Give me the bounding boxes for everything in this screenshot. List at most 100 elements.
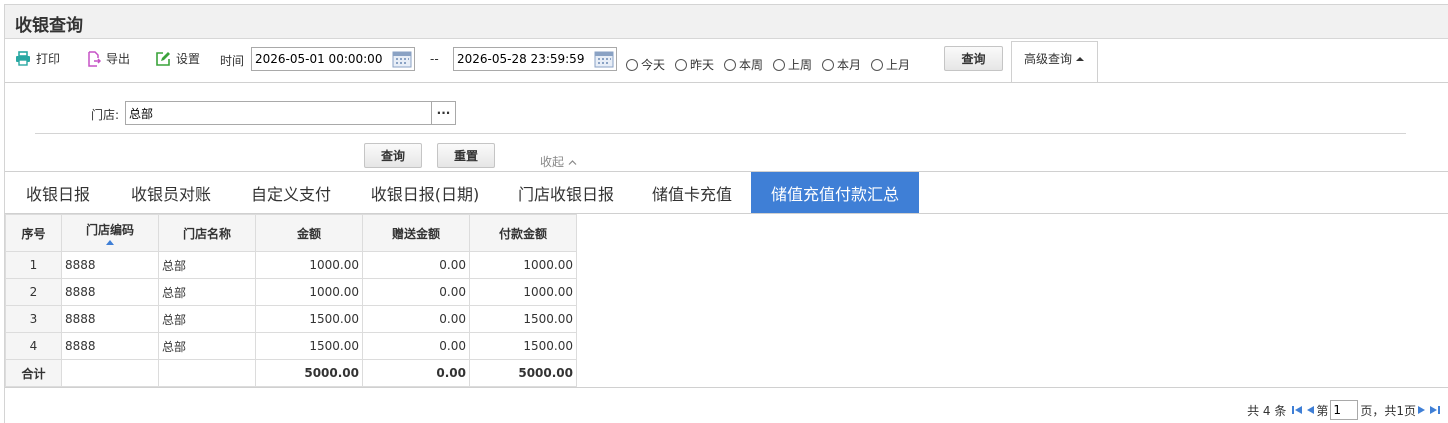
radio-circle[interactable] xyxy=(773,58,785,71)
total-store-name xyxy=(158,359,256,387)
print-button[interactable]: 打印 xyxy=(15,50,60,67)
cell-store-code: 8888 xyxy=(61,332,159,360)
tab-cashier-daily[interactable]: 收银日报 xyxy=(5,172,111,213)
radio-circle[interactable] xyxy=(822,58,834,71)
export-button[interactable]: 导出 xyxy=(87,50,130,67)
cell-bonus-amount: 0.00 xyxy=(362,332,470,360)
last-page-icon[interactable] xyxy=(1429,404,1441,416)
total-count: 共 4 条 xyxy=(1247,403,1287,418)
start-date-input[interactable] xyxy=(252,48,390,70)
settings-button[interactable]: 设置 xyxy=(155,50,200,67)
cell-amount: 1000.00 xyxy=(255,251,363,279)
row-index: 4 xyxy=(5,332,62,360)
next-page-icon[interactable] xyxy=(1417,404,1427,416)
cell-store-code: 8888 xyxy=(61,305,159,333)
col-header-amount[interactable]: 金额 xyxy=(255,214,363,252)
radio-circle[interactable] xyxy=(675,58,687,71)
store-field[interactable] xyxy=(125,101,432,125)
advanced-query-panel: 门店: ··· 查询 重置 收起 xyxy=(5,82,1448,172)
page-prefix: 第 xyxy=(1316,403,1329,418)
total-bonus-amount: 0.00 xyxy=(362,359,470,387)
total-amount: 5000.00 xyxy=(255,359,363,387)
cell-bonus-amount: 0.00 xyxy=(362,278,470,306)
page-number-input[interactable] xyxy=(1330,400,1359,420)
radio-this-week[interactable]: 本周 xyxy=(724,56,763,73)
cell-paid-amount: 1500.00 xyxy=(469,332,577,360)
col-header-index[interactable]: 序号 xyxy=(5,214,62,252)
printer-icon xyxy=(16,51,30,66)
table-row[interactable]: 1 8888 总部 1000.00 0.00 1000.00 xyxy=(5,251,577,279)
reset-button[interactable]: 重置 xyxy=(437,143,495,168)
first-page-icon[interactable] xyxy=(1291,404,1303,416)
page-suffix: 页，共1页 xyxy=(1360,403,1416,418)
tab-cashier-reconcile[interactable]: 收银员对账 xyxy=(111,172,231,213)
table-row[interactable]: 3 8888 总部 1500.00 0.00 1500.00 xyxy=(5,305,577,333)
table-row[interactable]: 2 8888 总部 1000.00 0.00 1000.00 xyxy=(5,278,577,306)
total-store-code xyxy=(61,359,159,387)
tab-cashier-daily-date[interactable]: 收银日报(日期) xyxy=(351,172,499,213)
cell-bonus-amount: 0.00 xyxy=(362,305,470,333)
export-label: 导出 xyxy=(106,52,131,66)
collapse-button[interactable]: 收起 xyxy=(540,153,577,170)
row-index: 1 xyxy=(5,251,62,279)
prev-page-icon[interactable] xyxy=(1305,404,1315,416)
col-header-paid-amount[interactable]: 付款金额 xyxy=(469,214,577,252)
chevron-up-icon xyxy=(568,160,577,165)
radio-last-month[interactable]: 上月 xyxy=(871,56,910,73)
advanced-query-tab[interactable]: 高级查询 xyxy=(1011,41,1098,83)
radio-label: 上周 xyxy=(788,58,813,72)
radio-yesterday[interactable]: 昨天 xyxy=(675,56,714,73)
row-index: 3 xyxy=(5,305,62,333)
end-date-input[interactable] xyxy=(454,48,592,70)
cell-store-name: 总部 xyxy=(158,332,256,360)
caret-up-icon xyxy=(1076,56,1084,61)
end-date-field[interactable] xyxy=(453,47,617,71)
tab-card-recharge[interactable]: 储值卡充值 xyxy=(633,172,751,213)
pagination: 共 4 条 第 页，共1页 xyxy=(1247,400,1442,420)
store-picker-button[interactable]: ··· xyxy=(432,101,456,125)
calendar-icon[interactable] xyxy=(391,49,413,69)
advanced-query-label: 高级查询 xyxy=(1023,52,1072,66)
col-header-store-name[interactable]: 门店名称 xyxy=(158,214,256,252)
sort-asc-icon xyxy=(106,240,114,245)
page-frame: 收银查询 打印 导出 设置 时间 2026-05-01 00:00:00 -- … xyxy=(4,4,1448,423)
cell-amount: 1000.00 xyxy=(255,278,363,306)
tab-store-cashier-daily[interactable]: 门店收银日报 xyxy=(499,172,633,213)
tab-custom-payment[interactable]: 自定义支付 xyxy=(231,172,351,213)
col-header-store-code[interactable]: 门店编码 xyxy=(61,214,159,252)
advanced-query-button[interactable]: 查询 xyxy=(364,143,422,168)
toolbar: 打印 导出 设置 时间 2026-05-01 00:00:00 -- 2026-… xyxy=(5,40,1448,82)
radio-last-week[interactable]: 上周 xyxy=(773,56,812,73)
tab-recharge-payment-summary[interactable]: 储值充值付款汇总 xyxy=(751,172,919,213)
radio-today[interactable]: 今天 xyxy=(626,56,665,73)
date-range-separator: -- xyxy=(430,52,439,66)
col-header-bonus-amount[interactable]: 赠送金额 xyxy=(362,214,470,252)
divider xyxy=(35,133,1406,134)
cell-paid-amount: 1000.00 xyxy=(469,251,577,279)
report-tabs: 收银日报 收银员对账 自定义支付 收银日报(日期) 门店收银日报 储值卡充值 储… xyxy=(5,172,1448,214)
radio-label: 上月 xyxy=(886,58,911,72)
grid-bottom-border xyxy=(5,387,1448,388)
radio-this-month[interactable]: 本月 xyxy=(822,56,861,73)
edit-icon xyxy=(156,51,170,66)
radio-circle[interactable] xyxy=(626,58,638,71)
table-row[interactable]: 4 8888 总部 1500.00 0.00 1500.00 xyxy=(5,332,577,360)
store-input[interactable] xyxy=(126,102,431,124)
title-bar: 收银查询 xyxy=(5,5,1448,39)
calendar-icon[interactable] xyxy=(593,49,615,69)
radio-circle[interactable] xyxy=(871,58,883,71)
print-label: 打印 xyxy=(36,52,61,66)
radio-circle[interactable] xyxy=(724,58,736,71)
query-button[interactable]: 查询 xyxy=(944,46,1003,71)
header-label: 门店编码 xyxy=(85,223,134,237)
cell-paid-amount: 1500.00 xyxy=(469,305,577,333)
radio-label: 今天 xyxy=(641,58,666,72)
store-label: 门店: xyxy=(91,108,120,122)
cell-paid-amount: 1000.00 xyxy=(469,278,577,306)
collapse-label: 收起 xyxy=(540,155,565,169)
table-total-row: 合计 5000.00 0.00 5000.00 xyxy=(5,359,577,387)
cell-amount: 1500.00 xyxy=(255,332,363,360)
page-title: 收银查询 xyxy=(15,16,83,36)
total-label: 合计 xyxy=(5,359,62,387)
start-date-field[interactable] xyxy=(251,47,415,71)
